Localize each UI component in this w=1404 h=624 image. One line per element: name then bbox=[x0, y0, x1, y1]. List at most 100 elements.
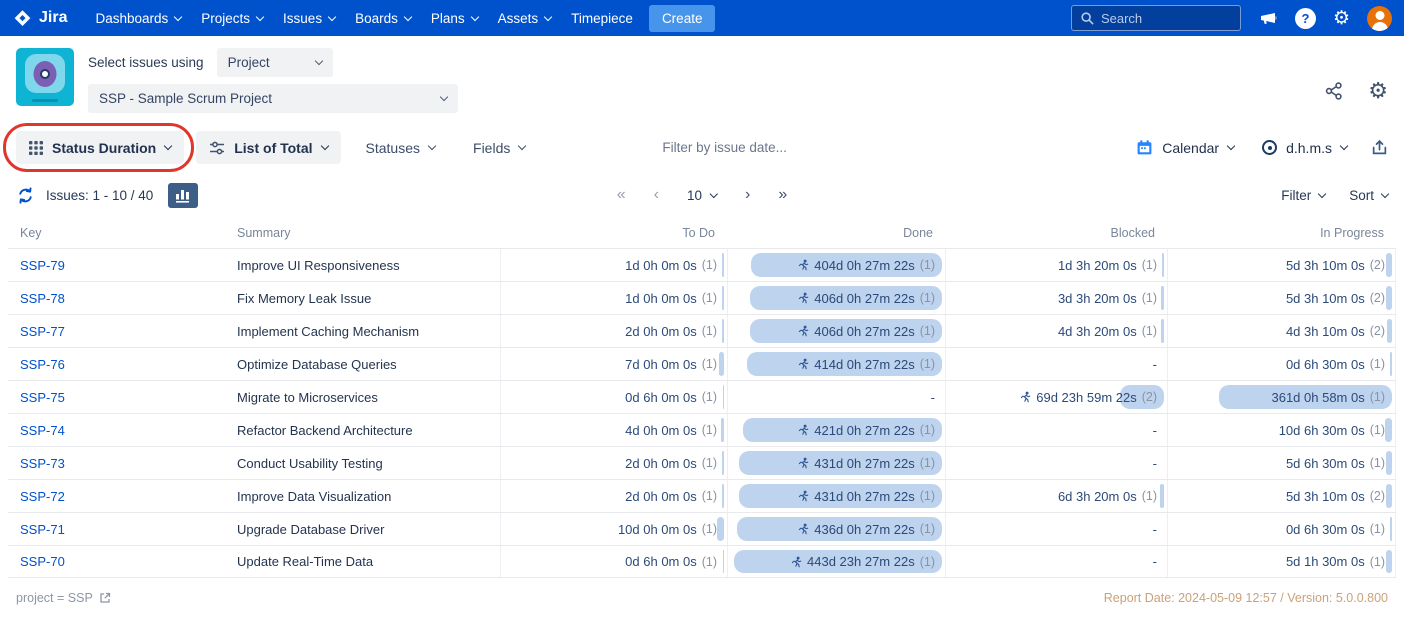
duration-value: 2d 0h 0m 0s(1) bbox=[625, 456, 717, 471]
brand-label: Jira bbox=[39, 9, 67, 27]
bar-chart-icon bbox=[174, 187, 192, 204]
duration-value: 431d 0h 27m 22s(1) bbox=[797, 489, 935, 504]
cell-done-duration: - bbox=[727, 381, 945, 413]
issue-key-link[interactable]: SSP-78 bbox=[20, 291, 65, 306]
cell-inprogress-duration: 5d 3h 10m 0s(2) bbox=[1167, 282, 1396, 314]
first-page-button[interactable]: « bbox=[617, 186, 626, 204]
cell-inprogress-duration: 0d 6h 30m 0s(1) bbox=[1167, 348, 1396, 380]
issue-key-link[interactable]: SSP-70 bbox=[20, 554, 65, 569]
duration-value: 4d 3h 10m 0s(2) bbox=[1286, 324, 1385, 339]
report-type-label: Status Duration bbox=[52, 140, 156, 156]
chevron-down-icon bbox=[470, 12, 478, 20]
create-button[interactable]: Create bbox=[649, 5, 716, 32]
cell-summary: Implement Caching Mechanism bbox=[230, 315, 500, 347]
jira-brand[interactable]: Jira bbox=[12, 8, 67, 29]
issue-key-link[interactable]: SSP-76 bbox=[20, 357, 65, 372]
cell-todo-duration: 0d 6h 0m 0s(1) bbox=[500, 546, 727, 577]
column-header-done: Done bbox=[727, 226, 945, 240]
table-header-row: Key Summary To Do Done Blocked In Progre… bbox=[8, 218, 1396, 248]
next-page-button[interactable]: › bbox=[745, 186, 750, 204]
nav-item-plans[interactable]: Plans bbox=[421, 0, 488, 36]
last-page-button[interactable]: » bbox=[778, 186, 787, 204]
user-avatar[interactable] bbox=[1367, 6, 1392, 31]
issue-key-link[interactable]: SSP-72 bbox=[20, 489, 65, 504]
cell-inprogress-duration: 5d 1h 30m 0s(1) bbox=[1167, 546, 1396, 577]
nav-item-timepiece[interactable]: Timepiece bbox=[561, 0, 643, 36]
statuses-button[interactable]: Statuses bbox=[353, 131, 448, 164]
status-count: (1) bbox=[702, 258, 717, 272]
nav-item-projects[interactable]: Projects bbox=[191, 0, 273, 36]
cell-blocked-duration: - bbox=[945, 348, 1167, 380]
duration-value: 5d 3h 10m 0s(2) bbox=[1286, 489, 1385, 504]
cell-inprogress-duration: 361d 0h 58m 0s(1) bbox=[1167, 381, 1396, 413]
nav-item-assets[interactable]: Assets bbox=[488, 0, 562, 36]
issue-key-link[interactable]: SSP-73 bbox=[20, 456, 65, 471]
previous-page-button[interactable]: ‹ bbox=[654, 186, 659, 204]
jql-text: project = SSP bbox=[16, 591, 93, 605]
settings-gear-icon[interactable]: ⚙ bbox=[1333, 9, 1350, 28]
issue-key-link[interactable]: SSP-79 bbox=[20, 258, 65, 273]
cell-key: SSP-72 bbox=[8, 480, 230, 512]
cell-summary: Fix Memory Leak Issue bbox=[230, 282, 500, 314]
jql-summary[interactable]: project = SSP bbox=[16, 591, 111, 605]
cell-key: SSP-76 bbox=[8, 348, 230, 380]
status-count: (2) bbox=[1142, 390, 1157, 404]
duration-bar bbox=[1386, 286, 1392, 310]
duration-value: 406d 0h 27m 22s(1) bbox=[797, 291, 935, 306]
calendar-button[interactable]: Calendar bbox=[1132, 131, 1238, 164]
issue-date-filter-input[interactable] bbox=[662, 140, 892, 155]
duration-value: 0d 6h 0m 0s(1) bbox=[625, 390, 717, 405]
issue-key-link[interactable]: SSP-75 bbox=[20, 390, 65, 405]
duration-value: 10d 6h 30m 0s(1) bbox=[1279, 423, 1385, 438]
nav-item-issues[interactable]: Issues bbox=[273, 0, 345, 36]
duration-value: 7d 0h 0m 0s(1) bbox=[625, 357, 717, 372]
filter-dropdown[interactable]: Filter bbox=[1281, 188, 1325, 203]
duration-value: - bbox=[931, 390, 935, 405]
cell-blocked-duration: - bbox=[945, 546, 1167, 577]
cell-key: SSP-77 bbox=[8, 315, 230, 347]
export-icon[interactable] bbox=[1371, 139, 1388, 156]
duration-value: 5d 1h 30m 0s(1) bbox=[1286, 554, 1385, 569]
list-of-total-button[interactable]: List of Total bbox=[196, 131, 340, 164]
duration-bar bbox=[722, 484, 724, 508]
table-row: SSP-70 Update Real-Time Data 0d 6h 0m 0s… bbox=[8, 545, 1396, 578]
search-input[interactable] bbox=[1101, 11, 1221, 26]
time-format-label: d.h.m.s bbox=[1286, 140, 1332, 156]
nav-item-boards[interactable]: Boards bbox=[345, 0, 421, 36]
duration-value: 406d 0h 27m 22s(1) bbox=[797, 324, 935, 339]
megaphone-icon[interactable] bbox=[1258, 8, 1278, 28]
issue-key-link[interactable]: SSP-77 bbox=[20, 324, 65, 339]
fields-label: Fields bbox=[473, 140, 510, 156]
list-of-total-label: List of Total bbox=[234, 140, 312, 156]
report-date-version: Report Date: 2024-05-09 12:57 / Version:… bbox=[1104, 591, 1388, 605]
status-count: (1) bbox=[702, 489, 717, 503]
share-icon[interactable] bbox=[1324, 81, 1344, 101]
issue-key-link[interactable]: SSP-74 bbox=[20, 423, 65, 438]
status-count: (1) bbox=[1370, 555, 1385, 569]
refresh-icon[interactable] bbox=[16, 186, 35, 205]
cell-todo-duration: 2d 0h 0m 0s(1) bbox=[500, 447, 727, 479]
fields-button[interactable]: Fields bbox=[460, 131, 538, 164]
sort-dropdown[interactable]: Sort bbox=[1349, 188, 1388, 203]
help-icon[interactable]: ? bbox=[1295, 8, 1316, 29]
table-row: SSP-79 Improve UI Responsiveness 1d 0h 0… bbox=[8, 248, 1396, 281]
global-search[interactable] bbox=[1071, 5, 1241, 31]
nav-label: Issues bbox=[283, 11, 322, 26]
duration-value: 443d 23h 27m 22s(1) bbox=[790, 554, 935, 569]
duration-value: 1d 3h 20m 0s(1) bbox=[1058, 258, 1157, 273]
cell-summary: Refactor Backend Architecture bbox=[230, 414, 500, 446]
cell-key: SSP-73 bbox=[8, 447, 230, 479]
page-size-value: 10 bbox=[687, 188, 702, 203]
time-format-button[interactable]: d.h.m.s bbox=[1258, 131, 1351, 164]
issue-key-link[interactable]: SSP-71 bbox=[20, 522, 65, 537]
chart-view-button[interactable] bbox=[168, 183, 198, 208]
column-header-todo: To Do bbox=[500, 226, 727, 240]
report-type-button[interactable]: Status Duration bbox=[16, 131, 184, 164]
page-size-select[interactable]: 10 bbox=[687, 188, 717, 203]
duration-value: 4d 0h 0m 0s(1) bbox=[625, 423, 717, 438]
nav-item-dashboards[interactable]: Dashboards bbox=[85, 0, 191, 36]
project-select[interactable]: SSP - Sample Scrum Project bbox=[88, 84, 458, 113]
issue-source-select[interactable]: Project bbox=[217, 48, 333, 77]
report-settings-gear-icon[interactable]: ⚙ bbox=[1368, 80, 1388, 102]
duration-value: 404d 0h 27m 22s(1) bbox=[797, 258, 935, 273]
